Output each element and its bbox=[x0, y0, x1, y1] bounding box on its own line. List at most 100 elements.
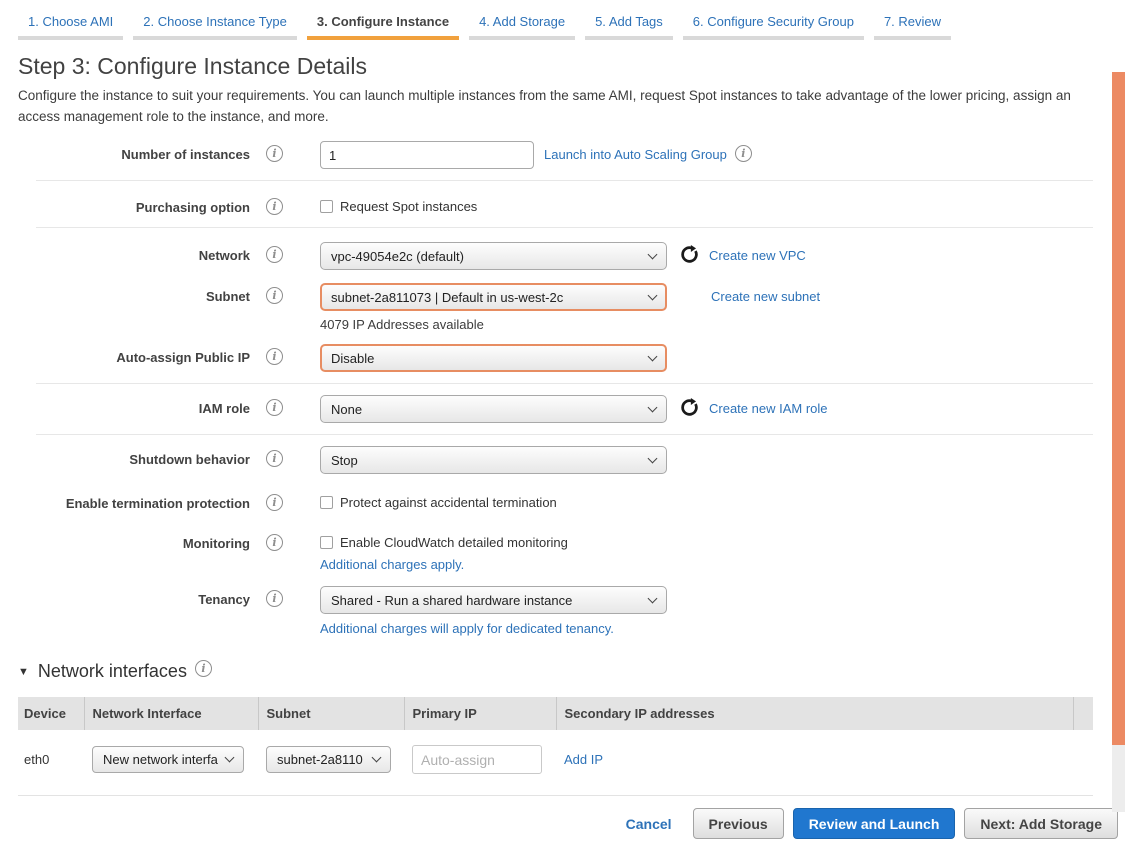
network-interfaces-section-header: ▼ Network interfaces i bbox=[18, 660, 1138, 683]
shutdown-behavior-value: Stop bbox=[331, 453, 649, 468]
divider bbox=[36, 180, 1093, 181]
info-icon[interactable]: i bbox=[195, 660, 212, 677]
review-and-launch-button[interactable]: Review and Launch bbox=[793, 808, 956, 839]
row-number-of-instances: Number of instances i Launch into Auto S… bbox=[0, 141, 1093, 169]
auto-assign-public-ip-label: Auto-assign Public IP bbox=[0, 344, 250, 366]
chevron-down-icon bbox=[648, 351, 658, 361]
iam-role-select[interactable]: None bbox=[320, 395, 667, 423]
monitoring-additional-charges-link[interactable]: Additional charges apply. bbox=[320, 557, 464, 572]
row-monitoring: Monitoring i Enable CloudWatch detailed … bbox=[0, 528, 1093, 572]
create-new-subnet-link[interactable]: Create new subnet bbox=[711, 283, 820, 304]
row-network-interface-select[interactable]: New network interfa bbox=[92, 746, 244, 773]
divider bbox=[36, 227, 1093, 228]
row-network-interface-value: New network interfa bbox=[103, 752, 226, 767]
monitoring-checkbox-label: Enable CloudWatch detailed monitoring bbox=[340, 535, 568, 550]
chevron-down-icon bbox=[648, 402, 658, 412]
column-header-device: Device bbox=[18, 697, 84, 730]
info-icon[interactable]: i bbox=[735, 145, 752, 162]
termination-protection-checkbox[interactable] bbox=[320, 496, 333, 509]
subnet-select-value: subnet-2a811073 | Default in us-west-2c bbox=[331, 290, 649, 305]
termination-protection-label: Enable termination protection bbox=[0, 488, 250, 512]
monitoring-label: Monitoring bbox=[0, 528, 250, 552]
shutdown-behavior-select[interactable]: Stop bbox=[320, 446, 667, 474]
chevron-down-icon bbox=[372, 753, 382, 763]
primary-ip-input[interactable] bbox=[412, 745, 542, 774]
add-ip-link[interactable]: Add IP bbox=[564, 752, 603, 767]
termination-protection-checkbox-label: Protect against accidental termination bbox=[340, 495, 557, 510]
chevron-down-icon bbox=[225, 753, 235, 763]
purchasing-option-label: Purchasing option bbox=[0, 192, 250, 216]
divider bbox=[36, 383, 1093, 384]
device-cell: eth0 bbox=[18, 730, 84, 789]
tab-choose-ami[interactable]: 1. Choose AMI bbox=[18, 9, 123, 40]
tab-add-storage[interactable]: 4. Add Storage bbox=[469, 9, 575, 40]
chevron-down-icon bbox=[648, 453, 658, 463]
info-icon[interactable]: i bbox=[266, 590, 283, 607]
info-icon[interactable]: i bbox=[266, 198, 283, 215]
tab-configure-instance[interactable]: 3. Configure Instance bbox=[307, 9, 459, 40]
tab-choose-instance-type[interactable]: 2. Choose Instance Type bbox=[133, 9, 297, 40]
row-iam-role: IAM role i None Create new IAM role bbox=[0, 395, 1093, 423]
wizard-tab-bar: 1. Choose AMI 2. Choose Instance Type 3.… bbox=[0, 0, 1138, 40]
scrollbar-track[interactable] bbox=[1112, 72, 1125, 812]
create-new-vpc-link[interactable]: Create new VPC bbox=[709, 242, 806, 263]
row-subnet-value: subnet-2a8110 bbox=[277, 752, 373, 767]
info-icon[interactable]: i bbox=[266, 534, 283, 551]
number-of-instances-label: Number of instances bbox=[0, 141, 250, 163]
info-icon[interactable]: i bbox=[266, 450, 283, 467]
iam-role-value: None bbox=[331, 402, 649, 417]
chevron-down-icon bbox=[648, 290, 658, 300]
auto-assign-public-ip-select[interactable]: Disable bbox=[320, 344, 667, 372]
info-icon[interactable]: i bbox=[266, 399, 283, 416]
column-header-subnet: Subnet bbox=[258, 697, 404, 730]
info-icon[interactable]: i bbox=[266, 246, 283, 263]
number-of-instances-input[interactable] bbox=[320, 141, 534, 169]
launch-into-auto-scaling-group-link[interactable]: Launch into Auto Scaling Group bbox=[544, 141, 727, 162]
tenancy-label: Tenancy bbox=[0, 586, 250, 608]
page-description: Configure the instance to suit your requ… bbox=[18, 85, 1093, 127]
network-interfaces-title: Network interfaces bbox=[38, 661, 187, 682]
info-icon[interactable]: i bbox=[266, 145, 283, 162]
row-purchasing-option: Purchasing option i Request Spot instanc… bbox=[0, 192, 1093, 216]
auto-assign-public-ip-value: Disable bbox=[331, 351, 649, 366]
tab-add-tags[interactable]: 5. Add Tags bbox=[585, 9, 673, 40]
request-spot-instances-label: Request Spot instances bbox=[340, 199, 477, 214]
refresh-icon[interactable] bbox=[680, 245, 699, 264]
subnet-select[interactable]: subnet-2a811073 | Default in us-west-2c bbox=[320, 283, 667, 311]
previous-button[interactable]: Previous bbox=[693, 808, 784, 839]
monitoring-checkbox[interactable] bbox=[320, 536, 333, 549]
cancel-link[interactable]: Cancel bbox=[626, 816, 672, 832]
request-spot-instances-checkbox[interactable] bbox=[320, 200, 333, 213]
refresh-icon[interactable] bbox=[680, 398, 699, 417]
tenancy-value: Shared - Run a shared hardware instance bbox=[331, 593, 649, 608]
network-select[interactable]: vpc-49054e2c (default) bbox=[320, 242, 667, 270]
subnet-label: Subnet bbox=[0, 283, 250, 305]
iam-role-label: IAM role bbox=[0, 395, 250, 417]
row-shutdown-behavior: Shutdown behavior i Stop bbox=[0, 446, 1093, 474]
disclosure-triangle-icon[interactable]: ▼ bbox=[18, 666, 29, 678]
column-header-secondary-ip: Secondary IP addresses bbox=[556, 697, 1073, 730]
scrollbar-thumb[interactable] bbox=[1112, 72, 1125, 745]
info-icon[interactable]: i bbox=[266, 348, 283, 365]
tab-configure-security-group[interactable]: 6. Configure Security Group bbox=[683, 9, 864, 40]
info-icon[interactable]: i bbox=[266, 287, 283, 304]
network-select-value: vpc-49054e2c (default) bbox=[331, 249, 649, 264]
table-row: eth0 New network interfa subnet-2a8110 A… bbox=[18, 730, 1093, 789]
tab-review[interactable]: 7. Review bbox=[874, 9, 951, 40]
row-subnet-select[interactable]: subnet-2a8110 bbox=[266, 746, 391, 773]
subnet-ip-availability: 4079 IP Addresses available bbox=[320, 317, 667, 332]
column-header-empty bbox=[1073, 697, 1093, 730]
network-label: Network bbox=[0, 242, 250, 264]
tenancy-select[interactable]: Shared - Run a shared hardware instance bbox=[320, 586, 667, 614]
info-icon[interactable]: i bbox=[266, 494, 283, 511]
create-new-iam-role-link[interactable]: Create new IAM role bbox=[709, 395, 828, 416]
shutdown-behavior-label: Shutdown behavior bbox=[0, 446, 250, 468]
row-tenancy: Tenancy i Shared - Run a shared hardware… bbox=[0, 586, 1093, 636]
tenancy-additional-charges-link[interactable]: Additional charges will apply for dedica… bbox=[320, 621, 614, 636]
row-auto-assign-public-ip: Auto-assign Public IP i Disable bbox=[0, 344, 1093, 372]
next-add-storage-button[interactable]: Next: Add Storage bbox=[964, 808, 1118, 839]
column-header-network-interface: Network Interface bbox=[84, 697, 258, 730]
column-header-primary-ip: Primary IP bbox=[404, 697, 556, 730]
chevron-down-icon bbox=[648, 249, 658, 259]
row-subnet: Subnet i subnet-2a811073 | Default in us… bbox=[0, 283, 1093, 332]
